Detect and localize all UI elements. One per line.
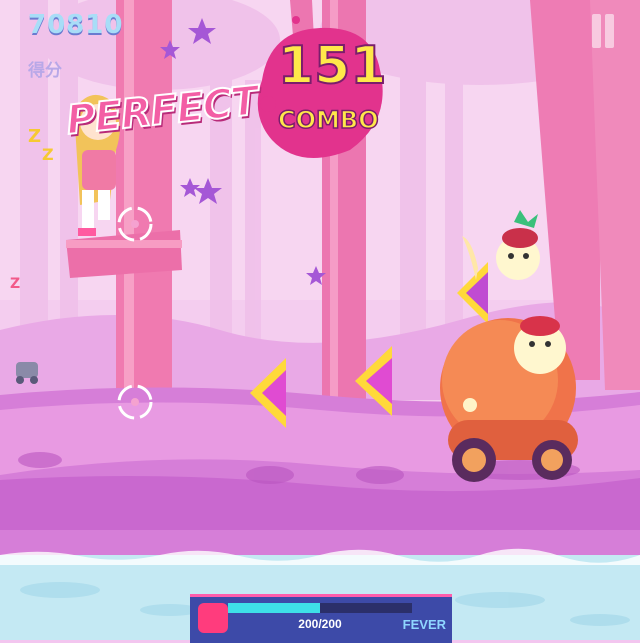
fever-panel: 200/200 FEVER (190, 594, 452, 643)
pause-icon (592, 14, 601, 48)
combo-label: COMBO (277, 105, 379, 135)
fever-label: FEVER (402, 617, 446, 632)
svg-text:Z: Z (28, 126, 41, 147)
hp-bar-fill (228, 603, 320, 613)
score-value: 70810 (28, 10, 124, 40)
svg-text:Z: Z (42, 145, 54, 164)
combo-count: 151 (277, 35, 388, 97)
hp-bar (228, 603, 412, 613)
score-label: 得分 (28, 61, 62, 80)
pause-button[interactable] (588, 14, 618, 48)
heart-icon (198, 603, 228, 633)
svg-text:Z: Z (10, 276, 20, 292)
hp-text: 200/200 (298, 617, 342, 631)
